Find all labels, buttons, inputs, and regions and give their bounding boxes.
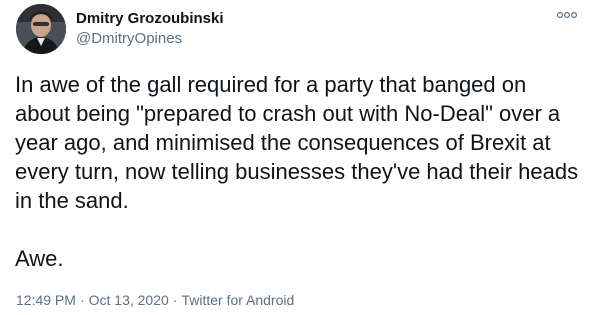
more-options-button[interactable] xyxy=(552,6,582,24)
meta-separator: · xyxy=(172,292,178,308)
tweet-text: In awe of the gall required for a party … xyxy=(15,72,579,271)
tweet-date[interactable]: Oct 13, 2020 xyxy=(89,290,169,310)
tweet-source[interactable]: Twitter for Android xyxy=(181,290,294,310)
meta-separator: · xyxy=(79,292,85,308)
author-handle[interactable]: @DmitryOpines xyxy=(76,29,224,49)
avatar-photo xyxy=(16,4,66,54)
author-display-name[interactable]: Dmitry Grozoubinski xyxy=(76,9,224,29)
author-block: Dmitry Grozoubinski @DmitryOpines xyxy=(76,9,224,49)
avatar[interactable] xyxy=(16,4,66,54)
more-horizontal-icon xyxy=(556,11,578,19)
tweet-time[interactable]: 12:49 PM xyxy=(16,290,76,310)
tweet-meta: 12:49 PM · Oct 13, 2020 · Twitter for Androi… xyxy=(16,290,294,310)
tweet-card: Dmitry Grozoubinski @DmitryOpines In awe… xyxy=(0,0,598,315)
